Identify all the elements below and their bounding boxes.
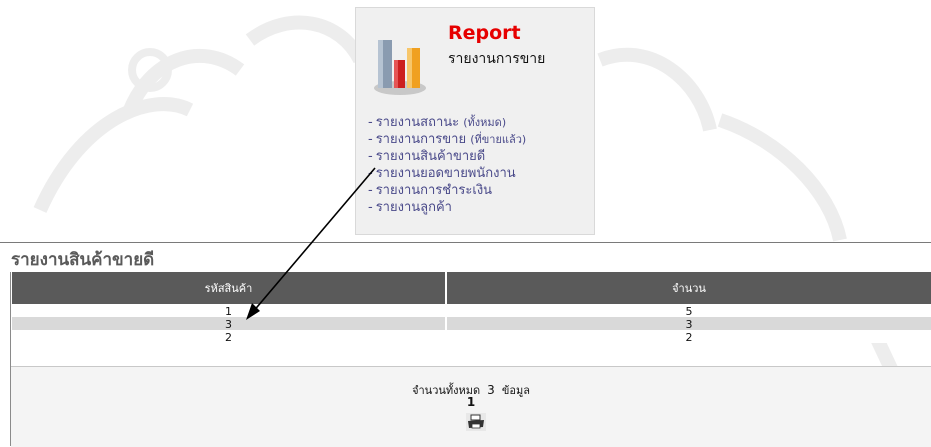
section-divider: [0, 242, 931, 243]
best-selling-table: รหัสสินค้า จำนวน 1 5 3 3 2 2: [12, 272, 931, 343]
bar-chart-icon: [374, 40, 426, 95]
report-card: Report รายงานการขาย - รายงานสถานะ (ทั้งหม…: [355, 7, 595, 235]
report-menu: - รายงานสถานะ (ทั้งหมด) - รายงานการขาย (ที…: [368, 114, 526, 216]
column-header-product-code[interactable]: รหัสสินค้า: [12, 272, 447, 304]
column-header-quantity[interactable]: จำนวน: [446, 272, 931, 304]
menu-item-payment-report[interactable]: - รายงานการชำระเงิน: [368, 182, 526, 199]
cell-product-code: 2: [12, 330, 447, 343]
cell-quantity: 3: [446, 317, 931, 330]
report-title: Report: [448, 22, 521, 44]
cell-quantity: 2: [446, 330, 931, 343]
menu-item-employee-sales-report[interactable]: - รายงานยอดขายพนักงาน: [368, 165, 526, 182]
table-footer: จำนวนทั้งหมด 3 ข้อมูล 1: [11, 366, 931, 447]
menu-item-best-selling-report[interactable]: - รายงานสินค้าขายดี: [368, 148, 526, 165]
section-title: รายงานสินค้าขายดี: [11, 250, 155, 270]
page-number[interactable]: 1: [11, 395, 931, 409]
menu-item-sales-report[interactable]: - รายงานการขาย (ที่ขายแล้ว): [368, 131, 526, 148]
table-row: 3 3: [12, 317, 931, 330]
table-row: 2 2: [12, 330, 931, 343]
menu-item-customer-report[interactable]: - รายงานลูกค้า: [368, 199, 526, 216]
cell-product-code: 1: [12, 304, 447, 317]
printer-icon[interactable]: [466, 413, 486, 431]
cell-product-code: 3: [12, 317, 447, 330]
table-row: 1 5: [12, 304, 931, 317]
cell-quantity: 5: [446, 304, 931, 317]
menu-item-status-report[interactable]: - รายงานสถานะ (ทั้งหมด): [368, 114, 526, 131]
report-subtitle: รายงานการขาย: [448, 51, 546, 67]
